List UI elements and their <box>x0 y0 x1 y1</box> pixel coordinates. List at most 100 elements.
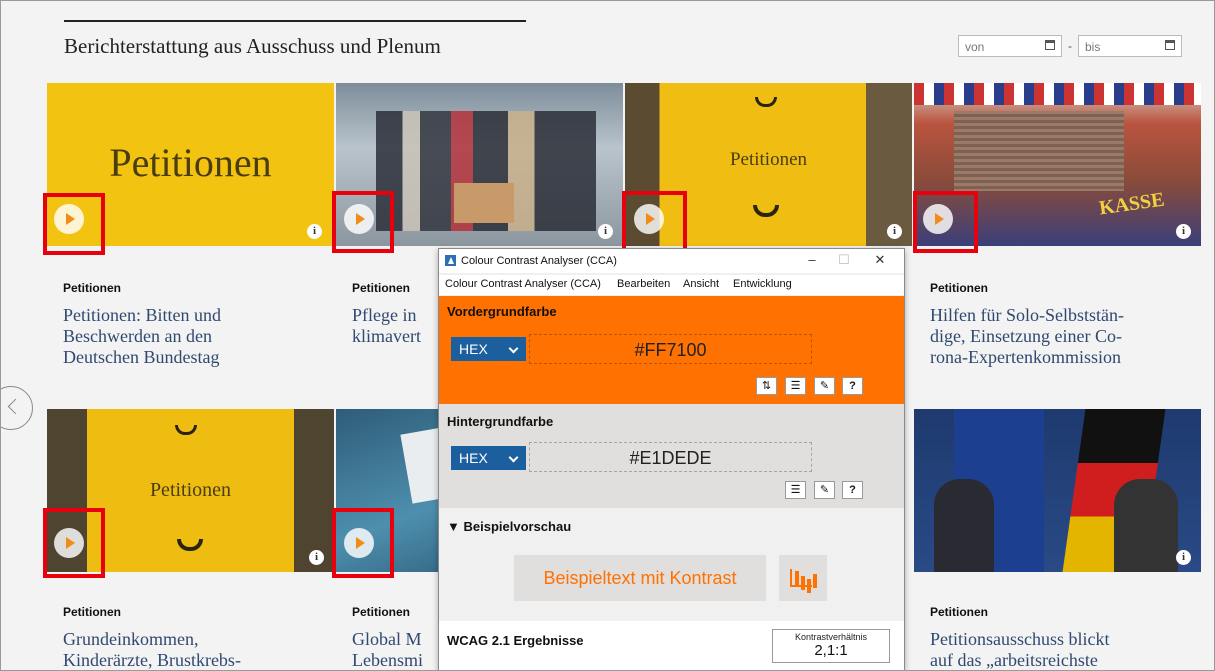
card-category: Petitionen <box>63 605 122 619</box>
calendar-icon[interactable] <box>1045 40 1055 50</box>
card-title-line: Global M <box>352 629 422 649</box>
foreground-format-select[interactable]: HEX <box>451 337 526 361</box>
highlight-box <box>332 191 394 253</box>
card-title[interactable]: Hilfen für Solo-Selbststän- dige, Einset… <box>930 305 1124 368</box>
card-title-line: auf das „arbeitsreichste <box>930 650 1098 670</box>
info-icon[interactable]: i <box>887 224 902 239</box>
date-to-placeholder: bis <box>1085 40 1101 54</box>
card-image-text: Petitionen <box>149 479 232 501</box>
foreground-hex-input[interactable]: #FF7100 <box>529 334 812 364</box>
photo-boxes <box>454 183 514 223</box>
eyedropper-icon[interactable]: ✎ <box>814 481 835 499</box>
card-title-line: klimavert <box>352 326 421 346</box>
minimize-icon[interactable]: – <box>805 253 819 267</box>
card-title-line: Beschwerden an den <box>63 326 212 346</box>
card-title-line: Grundeinkommen, <box>63 629 199 649</box>
card-image-text: Petitionen <box>729 149 808 170</box>
info-icon[interactable]: i <box>598 224 613 239</box>
card-title-line: Lebensmi <box>352 650 423 670</box>
kiosk-sign: KASSE <box>1097 188 1166 220</box>
cca-app-icon <box>445 255 456 266</box>
card-title-line: rona-Expertenkommission <box>930 347 1121 367</box>
post-horn-icon <box>753 205 779 217</box>
date-filter: von - bis <box>958 34 1182 58</box>
wcag-title: WCAG 2.1 Ergebnisse <box>447 633 584 648</box>
cca-menubar: Colour Contrast Analyser (CCA) Bearbeite… <box>439 275 904 295</box>
info-icon[interactable]: i <box>1176 224 1191 239</box>
card-category: Petitionen <box>352 605 411 619</box>
chart-icon <box>779 555 827 601</box>
card-title-line: Deutschen Bundestag <box>63 347 220 367</box>
card-title-line: Pflege in <box>352 305 417 325</box>
card-title-line: Kinderärzte, Brustkrebs- <box>63 650 241 670</box>
close-icon[interactable]: ✕ <box>873 253 887 267</box>
info-icon[interactable]: i <box>309 550 324 565</box>
help-icon[interactable]: ? <box>842 377 863 395</box>
calendar-icon[interactable] <box>1165 40 1175 50</box>
background-label: Hintergrundfarbe <box>447 414 554 429</box>
preview-toggle[interactable]: ▼ Beispielvorschau <box>447 519 571 534</box>
contrast-ratio-box: Kontrastverhältnis 2,1:1 <box>772 629 890 663</box>
date-from-placeholder: von <box>965 40 985 54</box>
section-header: Berichterstattung aus Ausschuss und Plen… <box>1 1 1214 83</box>
header-rule <box>64 20 526 22</box>
eyedropper-icon[interactable]: ✎ <box>814 377 835 395</box>
page-title: Berichterstattung aus Ausschuss und Plen… <box>64 34 441 58</box>
sample-text: Beispieltext mit Kontrast <box>514 555 766 601</box>
menu-item-app[interactable]: Colour Contrast Analyser (CCA) <box>445 278 601 290</box>
date-from-input[interactable]: von <box>958 35 1062 57</box>
highlight-box <box>332 508 394 578</box>
background-panel: Hintergrundfarbe HEX #E1DEDE ☰ ✎ ? <box>439 404 904 508</box>
menu-item-entwicklung[interactable]: Entwicklung <box>733 278 792 290</box>
post-horn-icon <box>175 425 197 435</box>
highlight-box <box>913 191 978 253</box>
help-icon[interactable]: ? <box>842 481 863 499</box>
cca-window-title: Colour Contrast Analyser (CCA) <box>461 255 617 267</box>
info-icon[interactable]: i <box>1176 550 1191 565</box>
card-image-text: Petitionen <box>109 140 272 185</box>
post-horn-icon <box>177 539 203 551</box>
card-title-line: Petitionen: Bitten und <box>63 305 221 325</box>
carousel-prev-button[interactable] <box>1 386 33 430</box>
card-category: Petitionen <box>930 281 989 295</box>
card-title-line: dige, Einsetzung einer Co- <box>930 326 1122 346</box>
card-category: Petitionen <box>352 281 411 295</box>
sliders-icon[interactable]: ☰ <box>785 481 806 499</box>
post-horn-icon <box>755 97 777 107</box>
card-title-line: Petitionsausschuss blickt <box>930 629 1110 649</box>
menu-item-bearbeiten[interactable]: Bearbeiten <box>617 278 670 290</box>
highlight-box <box>43 508 105 578</box>
wcag-results: WCAG 2.1 Ergebnisse Kontrastverhältnis 2… <box>439 621 904 670</box>
date-separator: - <box>1068 39 1072 53</box>
card-title[interactable]: Grundeinkommen, Kinderärzte, Brustkrebs- <box>63 629 241 670</box>
card-title[interactable]: Petitionen: Bitten und Beschwerden an de… <box>63 305 221 368</box>
background-format-select[interactable]: HEX <box>451 446 526 470</box>
swap-colors-icon[interactable]: ⇅ <box>756 377 777 395</box>
highlight-box <box>43 193 105 255</box>
menu-item-ansicht[interactable]: Ansicht <box>683 278 719 290</box>
cca-window[interactable]: Colour Contrast Analyser (CCA) – ☐ ✕ Col… <box>438 248 905 670</box>
card-title[interactable]: Petitionsausschuss blickt auf das „arbei… <box>930 629 1110 670</box>
page-frame: Berichterstattung aus Ausschuss und Plen… <box>0 0 1215 671</box>
cca-titlebar[interactable]: Colour Contrast Analyser (CCA) – ☐ ✕ <box>439 249 904 273</box>
card-title[interactable]: Global M Lebensmi <box>352 629 423 670</box>
card-category: Petitionen <box>930 605 989 619</box>
contrast-ratio-value: 2,1:1 <box>814 642 848 659</box>
maximize-icon[interactable]: ☐ <box>837 253 851 267</box>
card-title-line: Hilfen für Solo-Selbststän- <box>930 305 1124 325</box>
flag-stripes <box>914 83 1201 105</box>
card-image-7[interactable]: i <box>914 409 1201 572</box>
info-icon[interactable]: i <box>307 224 322 239</box>
highlight-box <box>622 191 687 253</box>
date-to-input[interactable]: bis <box>1078 35 1182 57</box>
kiosk-shutter <box>954 111 1124 191</box>
photo-person-left <box>934 479 994 572</box>
background-hex-input[interactable]: #E1DEDE <box>529 442 812 472</box>
sliders-icon[interactable]: ☰ <box>785 377 806 395</box>
card-category: Petitionen <box>63 281 122 295</box>
card-title[interactable]: Pflege in klimavert <box>352 305 421 347</box>
photo-person-right <box>1114 479 1178 572</box>
contrast-ratio-label: Kontrastverhältnis <box>794 632 868 642</box>
foreground-panel: Vordergrundfarbe HEX #FF7100 ⇅ ☰ ✎ ? <box>439 296 904 404</box>
foreground-label: Vordergrundfarbe <box>447 304 557 319</box>
